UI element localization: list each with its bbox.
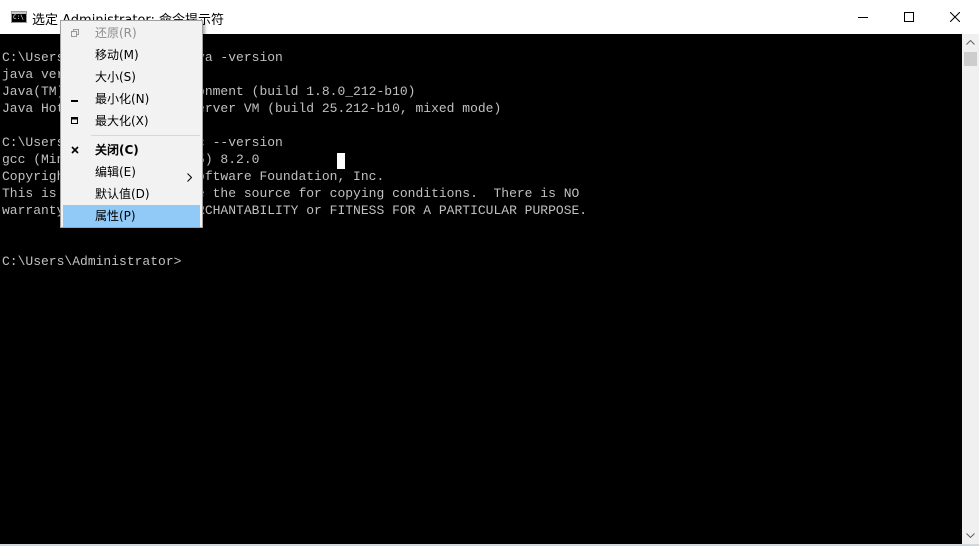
minimize-icon	[858, 17, 868, 18]
menu-item-move[interactable]: 移动(M)	[63, 44, 200, 66]
menu-item-maximize[interactable]: 最大化(X)	[63, 110, 200, 132]
close-icon	[69, 144, 81, 156]
close-icon	[950, 12, 960, 22]
scroll-thumb[interactable]	[964, 52, 977, 66]
menu-item-restore[interactable]: 还原(R)	[63, 22, 200, 44]
menu-item-close[interactable]: 关闭(C)	[63, 139, 200, 161]
menu-item-minimize[interactable]: 最小化(N)	[63, 88, 200, 110]
vertical-scrollbar[interactable]	[962, 34, 979, 544]
menu-item-edit[interactable]: 编辑(E)	[63, 161, 200, 183]
console-app-icon[interactable]: C:\	[11, 11, 27, 23]
console-prompt: C:\Users\Administrator>	[2, 254, 182, 269]
close-button[interactable]	[932, 0, 978, 34]
selection-cursor	[337, 153, 345, 169]
restore-icon	[69, 27, 81, 39]
maximize-icon	[69, 115, 81, 127]
maximize-button[interactable]	[886, 0, 932, 34]
scroll-up-button[interactable]	[962, 34, 979, 51]
menu-item-size[interactable]: 大小(S)	[63, 66, 200, 88]
maximize-icon	[904, 12, 914, 22]
minimize-icon	[69, 93, 81, 105]
minimize-button[interactable]	[840, 0, 886, 34]
chevron-down-icon	[966, 533, 975, 538]
scroll-down-button[interactable]	[962, 527, 979, 544]
menu-separator	[91, 135, 200, 136]
menu-item-defaults[interactable]: 默认值(D)	[63, 183, 200, 205]
menu-item-properties[interactable]: 属性(P)	[63, 205, 200, 227]
chevron-up-icon	[966, 40, 975, 45]
system-menu[interactable]: 还原(R) 移动(M) 大小(S) 最小化(N) 最大化(X) 关闭(C) 编辑…	[60, 20, 203, 228]
